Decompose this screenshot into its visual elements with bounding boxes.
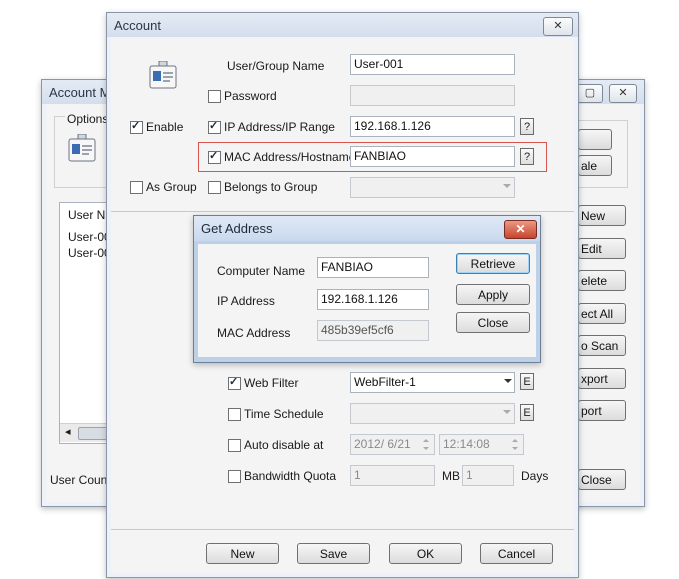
- retrieve-button[interactable]: Retrieve: [456, 253, 530, 274]
- account-titlebar: Account ✕: [107, 13, 578, 37]
- apply-button[interactable]: Apply: [456, 284, 530, 305]
- date-spinner-icon[interactable]: [420, 436, 433, 453]
- new-user-button[interactable]: New: [578, 205, 626, 226]
- chevron-down-icon: [504, 379, 512, 383]
- get-address-body: Computer Name FANBIAO IP Address 192.168…: [198, 244, 536, 357]
- divider: [111, 211, 574, 212]
- bandwidth-quota-label: Bandwidth Quota: [244, 469, 337, 483]
- computer-name-field[interactable]: FANBIAO: [317, 257, 429, 278]
- mac-address-field[interactable]: 485b39ef5cf6: [317, 320, 429, 341]
- ip-help-icon[interactable]: ?: [520, 118, 534, 135]
- mac-address-checkbox[interactable]: [208, 149, 221, 164]
- days-field[interactable]: 1: [462, 465, 514, 486]
- days-unit-label: Days: [521, 469, 549, 483]
- user-group-name-label: User/Group Name: [227, 59, 325, 73]
- close-button[interactable]: Close: [456, 312, 530, 333]
- account-manager-title: Account M: [49, 85, 111, 100]
- auto-disable-checkbox[interactable]: [228, 439, 241, 452]
- as-group-checkbox[interactable]: [130, 181, 143, 194]
- right-button-table[interactable]: ale: [578, 155, 612, 176]
- auto-disable-time-value: 12:14:08: [443, 437, 490, 451]
- close-icon[interactable]: ✕: [543, 17, 573, 36]
- time-schedule-edit-icon[interactable]: E: [520, 404, 534, 421]
- close-manager-button[interactable]: Close: [578, 469, 626, 490]
- delete-user-button[interactable]: elete: [578, 270, 626, 291]
- options-label: Options: [65, 112, 111, 126]
- close-icon[interactable]: ✕: [609, 84, 637, 103]
- scroll-left-icon[interactable]: ◂: [65, 425, 71, 438]
- password-checkbox[interactable]: [208, 90, 221, 103]
- time-spinner-icon[interactable]: [509, 436, 522, 453]
- chevron-down-icon: [503, 410, 511, 414]
- password-label: Password: [224, 89, 277, 103]
- select-all-button[interactable]: ect All: [578, 303, 626, 324]
- save-button[interactable]: Save: [297, 543, 370, 564]
- ip-address-field[interactable]: 192.168.1.126: [350, 116, 515, 137]
- edit-user-button[interactable]: Edit: [578, 238, 626, 259]
- enable-label: Enable: [146, 120, 184, 134]
- bandwidth-quota-field[interactable]: 1: [350, 465, 435, 486]
- get-address-title: Get Address: [201, 221, 273, 236]
- new-button[interactable]: New: [206, 543, 279, 564]
- get-address-titlebar: Get Address ✕: [194, 216, 540, 241]
- get-address-dialog: Get Address ✕ Computer Name FANBIAO IP A…: [193, 215, 541, 363]
- enable-checkbox[interactable]: [130, 119, 143, 134]
- right-button-top[interactable]: [578, 129, 612, 150]
- user-count-label: User Count:: [50, 473, 115, 487]
- maximize-icon[interactable]: ▢: [577, 84, 603, 103]
- auto-disable-date-value: 2012/ 6/21: [354, 437, 411, 451]
- ip-address-field[interactable]: 192.168.1.126: [317, 289, 429, 310]
- password-field[interactable]: [350, 85, 515, 106]
- ip-address-checkbox[interactable]: [208, 119, 221, 134]
- mac-address-field[interactable]: FANBIAO: [350, 146, 515, 167]
- account-title: Account: [114, 18, 161, 33]
- time-schedule-checkbox[interactable]: [228, 408, 241, 421]
- computer-name-label: Computer Name: [217, 264, 306, 278]
- web-filter-checkbox[interactable]: [228, 375, 241, 390]
- time-schedule-dropdown[interactable]: [350, 403, 515, 424]
- chevron-down-icon: [503, 184, 511, 188]
- auto-disable-date-field[interactable]: 2012/ 6/21: [350, 434, 435, 455]
- auto-scan-button[interactable]: o Scan: [578, 335, 626, 356]
- mb-unit-label: MB: [442, 469, 460, 483]
- mac-help-icon[interactable]: ?: [520, 148, 534, 165]
- ip-address-label: IP Address: [217, 294, 275, 308]
- auto-disable-label: Auto disable at: [244, 438, 324, 452]
- mac-address-label: MAC Address: [217, 326, 291, 340]
- import-button[interactable]: port: [578, 400, 626, 421]
- as-group-label: As Group: [146, 180, 197, 194]
- belongs-to-group-checkbox[interactable]: [208, 181, 221, 194]
- auto-disable-time-field[interactable]: 12:14:08: [439, 434, 524, 455]
- divider: [111, 529, 574, 530]
- user-badge-icon: [68, 133, 96, 164]
- user-badge-icon: [149, 60, 177, 91]
- web-filter-dropdown[interactable]: WebFilter-1: [350, 372, 515, 393]
- cancel-button[interactable]: Cancel: [480, 543, 553, 564]
- web-filter-label: Web Filter: [244, 376, 299, 390]
- ip-address-label: IP Address/IP Range: [224, 120, 335, 134]
- bandwidth-quota-checkbox[interactable]: [228, 470, 241, 483]
- user-group-name-field[interactable]: User-001: [350, 54, 515, 75]
- export-button[interactable]: xport: [578, 368, 626, 389]
- time-schedule-label: Time Schedule: [244, 407, 324, 421]
- web-filter-edit-icon[interactable]: E: [520, 373, 534, 390]
- belongs-to-group-label: Belongs to Group: [224, 180, 318, 194]
- group-dropdown[interactable]: [350, 177, 515, 198]
- close-icon[interactable]: ✕: [504, 220, 537, 239]
- ok-button[interactable]: OK: [389, 543, 462, 564]
- mac-address-label: MAC Address/Hostname: [224, 150, 356, 164]
